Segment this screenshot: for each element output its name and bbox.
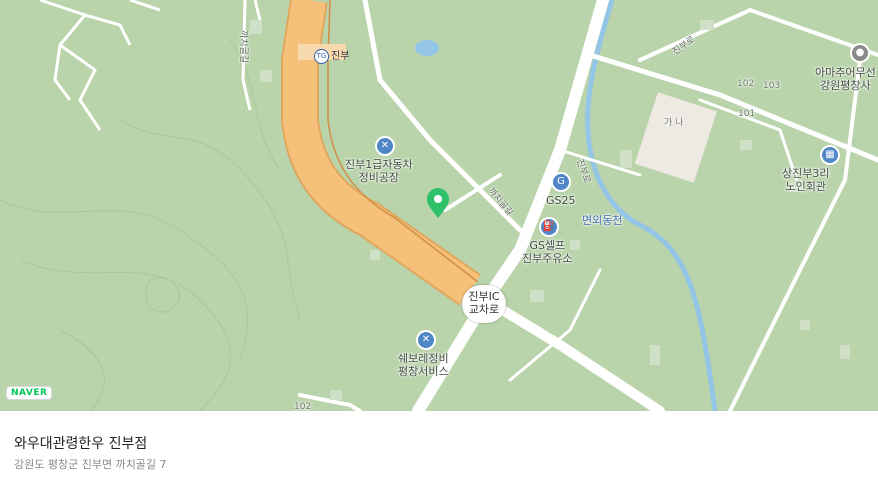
amateur-radio-label[interactable]: 아마추어무선 강원평창사 xyxy=(815,66,876,92)
senior-center-label[interactable]: 상진부3리 노인회관 xyxy=(782,167,829,193)
naver-logo: NAVER xyxy=(7,387,52,399)
toll-gate-label: TG 진부 xyxy=(314,47,349,64)
chevrolet-service-label[interactable]: 쉐보레정비 평창서비스 xyxy=(398,352,449,378)
radio-station-icon: ● xyxy=(852,45,868,61)
interchange-badge[interactable]: 진부IC 교차로 xyxy=(462,285,506,323)
convenience-store-icon: G xyxy=(553,174,569,190)
place-info-panel[interactable]: 와우대관령한우 진부점 강원도 평창군 진부면 까치골길 7 xyxy=(0,411,878,485)
gs25-label[interactable]: GS25 xyxy=(546,194,576,207)
place-name[interactable]: 와우대관령한우 진부점 xyxy=(14,433,147,453)
wrench-icon: ✕ xyxy=(418,332,434,348)
address-number: 102 xyxy=(294,402,312,411)
building-label: 가 나 xyxy=(664,118,684,128)
address-number: 102 xyxy=(737,79,755,89)
stream-label: 면외동천 xyxy=(582,214,623,227)
gas-station-label[interactable]: GS셀프 진부주유소 xyxy=(522,239,573,265)
wrench-icon: ✕ xyxy=(377,138,393,154)
address-number: 103 xyxy=(763,81,781,91)
building-icon: ▦ xyxy=(822,147,838,163)
road-label: 까치골길 xyxy=(238,29,249,64)
gas-station-icon: ⛽ xyxy=(541,219,557,235)
repair-shop-label[interactable]: 진부1급자동차 정비공장 xyxy=(345,158,413,184)
place-address: 강원도 평창군 진부면 까치골길 7 xyxy=(14,458,167,471)
address-number: 101 xyxy=(738,109,756,119)
map-canvas xyxy=(0,0,878,411)
map-view[interactable]: TG 진부 ✕ 진부1급자동차 정비공장 G GS25 ⛽ GS셀프 진부주유소 … xyxy=(0,0,878,411)
